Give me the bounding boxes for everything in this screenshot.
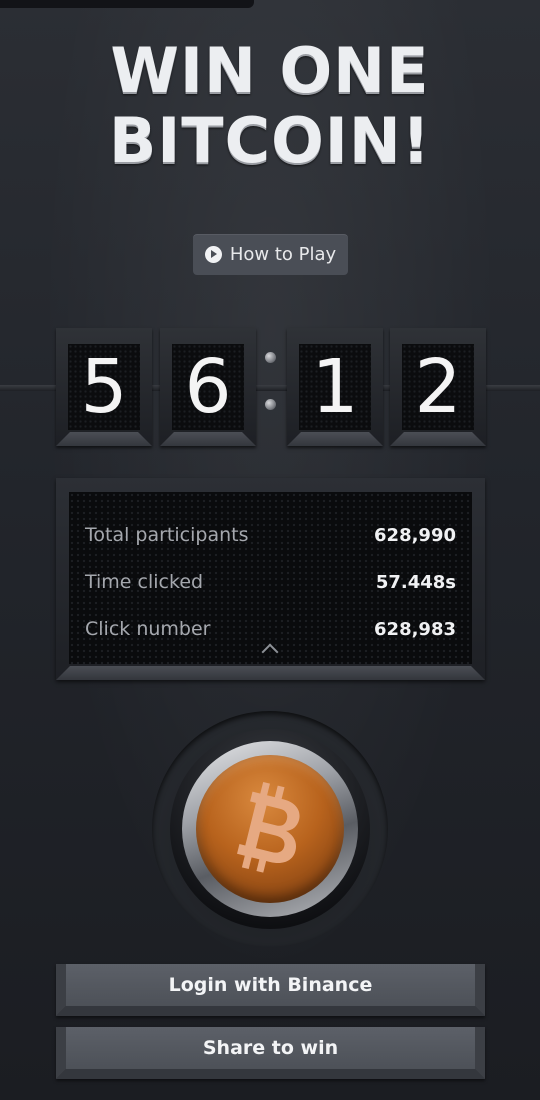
stat-label: Total participants	[85, 524, 249, 546]
bitcoin-button-bezel	[182, 741, 358, 917]
timer-colon-dot	[265, 352, 276, 363]
chevron-up-icon[interactable]	[261, 643, 279, 661]
share-to-win-label: Share to win	[66, 1027, 475, 1069]
timer-digit: 1	[299, 344, 371, 430]
share-to-win-button[interactable]: Share to win	[56, 1027, 485, 1079]
bitcoin-click-button[interactable]	[196, 755, 344, 903]
title-line-2: BITCOIN!	[108, 104, 432, 177]
login-with-binance-label: Login with Binance	[66, 964, 475, 1006]
stat-row-click-number: Click number 628,983	[85, 614, 456, 644]
timer-digit: 5	[68, 344, 140, 430]
button-lip	[56, 1069, 485, 1079]
page: WIN ONE BITCOIN! How to Play 5 6 1 2 Tot…	[0, 0, 540, 1100]
stat-value: 57.448s	[375, 571, 456, 593]
top-bar	[0, 0, 254, 8]
timer-digit-tile: 1	[287, 328, 383, 446]
button-lip	[56, 1006, 485, 1016]
title-line-1: WIN ONE	[110, 34, 430, 107]
timer-colon-dot	[265, 399, 276, 410]
timer-digit: 2	[402, 344, 474, 430]
play-circle-icon	[204, 246, 222, 263]
stats-display: Total participants 628,990 Time clicked …	[69, 492, 472, 664]
timer-digit: 6	[172, 344, 244, 430]
how-to-play-label: How to Play	[229, 244, 337, 265]
timer-digit-tile: 2	[390, 328, 486, 446]
stat-label: Click number	[85, 618, 211, 640]
stat-value: 628,990	[374, 524, 456, 546]
stat-row-time-clicked: Time clicked 57.448s	[85, 567, 456, 597]
page-title: WIN ONE BITCOIN!	[0, 36, 540, 176]
stat-label: Time clicked	[85, 571, 204, 593]
timer-digit-tile: 6	[160, 328, 256, 446]
stats-panel: Total participants 628,990 Time clicked …	[56, 478, 485, 680]
bitcoin-icon	[237, 781, 300, 873]
bitcoin-button-ring	[170, 729, 370, 929]
stat-value: 628,983	[374, 618, 456, 640]
login-with-binance-button[interactable]: Login with Binance	[56, 964, 485, 1016]
how-to-play-button[interactable]: How to Play	[193, 234, 348, 275]
bitcoin-button-housing	[152, 711, 388, 947]
timer-digit-tile: 5	[56, 328, 152, 446]
stat-row-total-participants: Total participants 628,990	[85, 520, 456, 550]
